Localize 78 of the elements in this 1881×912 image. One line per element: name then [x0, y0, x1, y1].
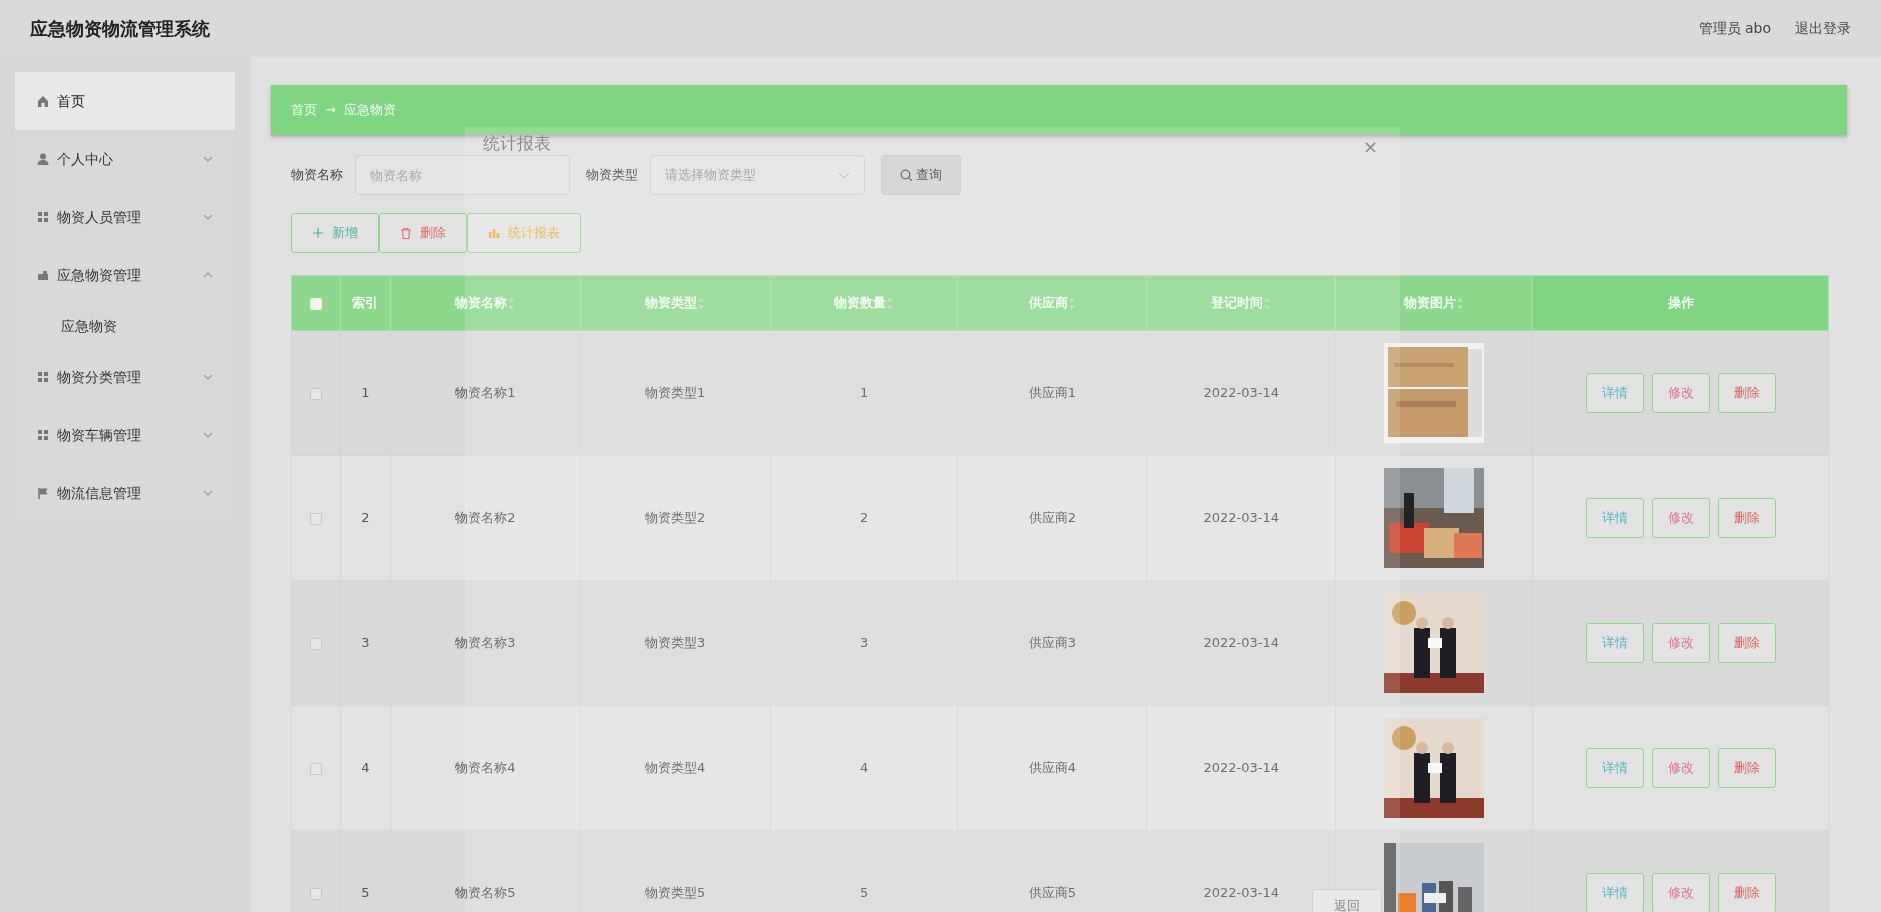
- toolbar-button[interactable]: 新增: [291, 213, 379, 253]
- table-cell: 供应商2: [958, 455, 1147, 581]
- table-cell: 2022-03-14: [1146, 705, 1336, 831]
- select-field[interactable]: 请选择物资类型: [650, 155, 865, 195]
- table-cell: 2: [770, 455, 958, 581]
- action-button[interactable]: 修改: [1651, 623, 1710, 663]
- action-button[interactable]: 删除: [1717, 873, 1776, 912]
- user-name: 管理员 abo: [1698, 19, 1771, 38]
- action-button[interactable]: 详情: [1585, 373, 1644, 413]
- table-cell: 物资名称1: [390, 330, 581, 456]
- table-cell: 物资类型5: [580, 830, 771, 912]
- table-cell: 1: [770, 330, 958, 456]
- column-header[interactable]: 物资图片: [1335, 275, 1533, 331]
- table-cell: 供应商5: [958, 830, 1147, 912]
- table-cell: 2: [340, 455, 391, 581]
- table-cell: 供应商4: [958, 705, 1147, 831]
- action-button[interactable]: 详情: [1585, 623, 1644, 663]
- toolbar-button[interactable]: 统计报表: [467, 213, 581, 253]
- column-header[interactable]: 操作: [1532, 275, 1829, 331]
- action-button[interactable]: 修改: [1651, 498, 1710, 538]
- action-button[interactable]: 详情: [1585, 498, 1644, 538]
- breadcrumb-separator: →: [325, 101, 336, 120]
- table-cell: 物资类型4: [580, 705, 771, 831]
- table-cell: 供应商3: [958, 580, 1147, 706]
- menu-item[interactable]: 物资车辆管理: [15, 406, 235, 464]
- submenu-item[interactable]: 应急物资: [15, 304, 235, 348]
- back-button[interactable]: 返回: [1312, 889, 1382, 912]
- breadcrumb-link[interactable]: 首页: [291, 100, 317, 120]
- toolbar-button[interactable]: 删除: [379, 213, 467, 253]
- action-button[interactable]: 删除: [1717, 373, 1776, 413]
- column-header[interactable]: 索引: [340, 275, 391, 331]
- action-button[interactable]: 修改: [1651, 873, 1710, 912]
- action-button[interactable]: 删除: [1717, 748, 1776, 788]
- action-button[interactable]: 修改: [1651, 373, 1710, 413]
- table-cell: 物资类型1: [580, 330, 771, 456]
- table-cell: 物资类型3: [580, 580, 771, 706]
- close-button[interactable]: ×: [1362, 133, 1378, 160]
- column-header[interactable]: 物资类型: [580, 275, 771, 331]
- menu-item[interactable]: 个人中心: [15, 130, 235, 188]
- table-cell: 4: [340, 705, 391, 831]
- table-cell: 2022-03-14: [1146, 455, 1336, 581]
- breadcrumb-link[interactable]: 应急物资: [343, 100, 396, 120]
- action-button[interactable]: 详情: [1585, 873, 1644, 912]
- column-header[interactable]: 供应商: [958, 275, 1147, 331]
- table-cell: 物资名称4: [390, 705, 581, 831]
- app-title: 应急物资物流管理系统: [30, 17, 210, 41]
- table-cell: 供应商1: [958, 330, 1147, 456]
- table-cell: 1: [340, 330, 391, 456]
- action-button[interactable]: 删除: [1717, 623, 1776, 663]
- field-label: 物资名称: [291, 166, 343, 185]
- column-header[interactable]: 物资名称: [390, 275, 581, 331]
- table-cell: 物资类型2: [580, 455, 771, 581]
- table-cell: 物资名称2: [390, 455, 581, 581]
- search-button[interactable]: 查询: [881, 155, 961, 195]
- menu-item[interactable]: 物资分类管理: [15, 348, 235, 406]
- action-button[interactable]: 删除: [1717, 498, 1776, 538]
- action-button[interactable]: 修改: [1651, 748, 1710, 788]
- table-cell: 2022-03-14: [1146, 830, 1336, 912]
- table-cell: 物资名称3: [390, 580, 581, 706]
- menu-item[interactable]: 物流信息管理: [15, 464, 235, 522]
- logout-link[interactable]: 退出登录: [1795, 18, 1851, 39]
- table-cell: 3: [340, 580, 391, 706]
- action-button[interactable]: 详情: [1585, 748, 1644, 788]
- menu-item[interactable]: 物资人员管理: [15, 188, 235, 246]
- table-cell: 2022-03-14: [1146, 580, 1336, 706]
- input-field[interactable]: 物资名称: [355, 155, 570, 195]
- table-cell: 5: [770, 830, 958, 912]
- field-label: 物资类型: [586, 166, 638, 185]
- table-cell: 2022-03-14: [1146, 330, 1336, 456]
- dialog-title: 统计报表: [483, 132, 551, 155]
- column-header[interactable]: 物资数量: [770, 275, 958, 331]
- table-cell: 5: [340, 830, 391, 912]
- column-header[interactable]: 登记时间: [1146, 275, 1336, 331]
- table-cell: 3: [770, 580, 958, 706]
- table-cell: 4: [770, 705, 958, 831]
- table-cell: 物资名称5: [390, 830, 581, 912]
- menu-item[interactable]: 应急物资管理: [15, 246, 235, 304]
- menu-item[interactable]: 首页: [15, 72, 235, 130]
